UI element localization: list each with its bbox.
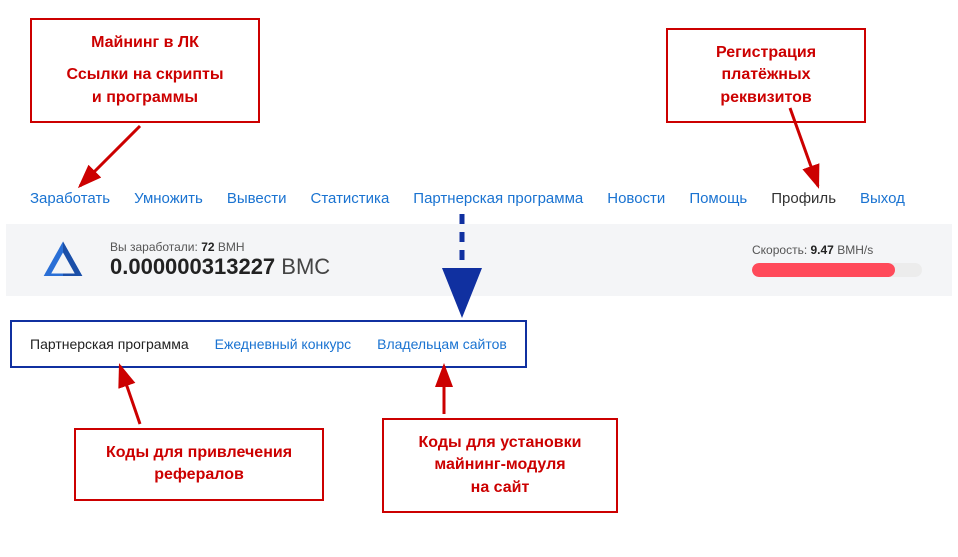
subtab-affiliate[interactable]: Партнерская программа: [30, 336, 189, 352]
callout-text: Ссылки на скрипты: [50, 64, 240, 86]
logo-icon: [42, 239, 84, 281]
subtab-owners[interactable]: Владельцам сайтов: [377, 336, 507, 352]
speed-block: Скорость: 9.47 BMH/s: [752, 243, 922, 277]
main-nav: Заработать Умножить Вывести Статистика П…: [30, 190, 938, 207]
callout-module: Коды для установки майнинг-модуля на сай…: [382, 418, 618, 513]
speed-label: Скорость: 9.47 BMH/s: [752, 243, 922, 257]
callout-text: и программы: [50, 87, 240, 109]
subtabs: Партнерская программа Ежедневный конкурс…: [10, 320, 527, 368]
earned-small: Вы заработали: 72 BMH: [110, 240, 330, 254]
callout-referrals: Коды для привлечения рефералов: [74, 428, 324, 501]
callout-text: майнинг-модуля: [402, 454, 598, 476]
nav-help[interactable]: Помощь: [689, 190, 747, 207]
arrow-to-earn: [80, 126, 140, 186]
speed-prefix: Скорость:: [752, 243, 811, 257]
nav-earn[interactable]: Заработать: [30, 190, 110, 207]
earned-value: 72: [201, 240, 214, 254]
subtab-daily[interactable]: Ежедневный конкурс: [215, 336, 352, 352]
nav-stats[interactable]: Статистика: [311, 190, 390, 207]
callout-text: рефералов: [94, 464, 304, 486]
callout-text: Коды для привлечения: [94, 442, 304, 464]
nav-news[interactable]: Новости: [607, 190, 665, 207]
speed-unit: BMH/s: [834, 243, 873, 257]
earning-bar: Вы заработали: 72 BMH 0.000000313227 BMC…: [6, 224, 952, 296]
callout-profile: Регистрация платёжных реквизитов: [666, 28, 866, 123]
callout-text: на сайт: [402, 477, 598, 499]
callout-text: реквизитов: [686, 87, 846, 109]
nav-withdraw[interactable]: Вывести: [227, 190, 287, 207]
earned-big: 0.000000313227 BMC: [110, 254, 330, 280]
nav-logout[interactable]: Выход: [860, 190, 905, 207]
speed-value: 9.47: [811, 243, 834, 257]
nav-multiply[interactable]: Умножить: [134, 190, 203, 207]
balance-unit: BMC: [275, 254, 330, 279]
nav-affiliate[interactable]: Партнерская программа: [413, 190, 583, 207]
earned-prefix: Вы заработали:: [110, 240, 201, 254]
earning-text: Вы заработали: 72 BMH 0.000000313227 BMC: [110, 240, 330, 280]
callout-text: Коды для установки: [402, 432, 598, 454]
callout-text: платёжных: [686, 64, 846, 86]
nav-profile[interactable]: Профиль: [771, 190, 836, 207]
callout-text: Майнинг в ЛК: [50, 32, 240, 54]
speed-bar: [752, 263, 922, 277]
callout-mining: Майнинг в ЛК Ссылки на скрипты и програм…: [30, 18, 260, 123]
speed-fill: [752, 263, 895, 277]
callout-text: Регистрация: [686, 42, 846, 64]
balance-value: 0.000000313227: [110, 254, 275, 279]
arrow-to-subtab-affiliate: [120, 366, 140, 424]
earned-unit: BMH: [215, 240, 245, 254]
